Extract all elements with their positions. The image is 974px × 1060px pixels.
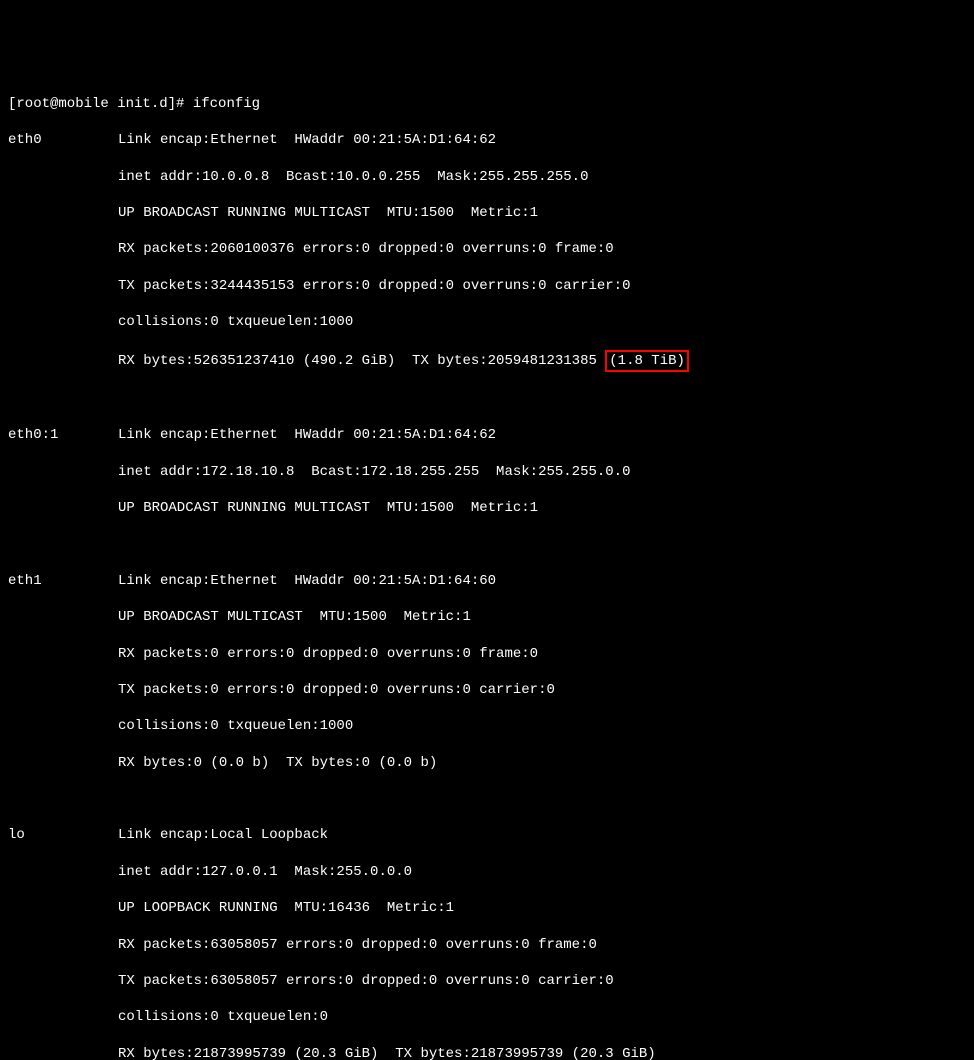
iface-lo-row2: inet addr:127.0.0.1 Mask:255.0.0.0 xyxy=(8,863,966,881)
iface-eth1-row2: UP BROADCAST MULTICAST MTU:1500 Metric:1 xyxy=(8,608,966,626)
indent xyxy=(8,681,118,699)
iface-eth0-row4: RX packets:2060100376 errors:0 dropped:0… xyxy=(8,240,966,258)
iface-lo-row6: collisions:0 txqueuelen:0 xyxy=(8,1008,966,1026)
iface-detail: Link encap:Ethernet HWaddr 00:21:5A:D1:6… xyxy=(118,573,513,589)
iface-detail: TX packets:63058057 errors:0 dropped:0 o… xyxy=(118,973,614,989)
prompt-line-1: [root@mobile init.d]# ifconfig xyxy=(8,95,966,113)
iface-detail: UP BROADCAST RUNNING MULTICAST MTU:1500 … xyxy=(118,205,538,221)
iface-name: lo xyxy=(8,826,118,844)
tx-bytes-highlight: (1.8 TiB) xyxy=(605,350,689,372)
blank-line xyxy=(8,535,966,553)
iface-lo-row7: RX bytes:21873995739 (20.3 GiB) TX bytes… xyxy=(8,1045,966,1060)
iface-detail: Link encap:Ethernet HWaddr 00:21:5A:D1:6… xyxy=(118,427,513,443)
iface-eth0-row2: inet addr:10.0.0.8 Bcast:10.0.0.255 Mask… xyxy=(8,168,966,186)
command-text: ifconfig xyxy=(193,96,260,112)
indent xyxy=(8,1008,118,1026)
iface-detail: inet addr:10.0.0.8 Bcast:10.0.0.255 Mask… xyxy=(118,169,588,185)
shell-prompt: [root@mobile init.d]# xyxy=(8,96,193,112)
iface-detail: RX packets:63058057 errors:0 dropped:0 o… xyxy=(118,937,597,953)
iface-eth0-1-row2: inet addr:172.18.10.8 Bcast:172.18.255.2… xyxy=(8,463,966,481)
indent xyxy=(8,499,118,517)
iface-detail: inet addr:172.18.10.8 Bcast:172.18.255.2… xyxy=(118,464,630,480)
iface-detail: UP BROADCAST MULTICAST MTU:1500 Metric:1 xyxy=(118,609,471,625)
iface-eth0-row3: UP BROADCAST RUNNING MULTICAST MTU:1500 … xyxy=(8,204,966,222)
indent xyxy=(8,863,118,881)
blank-line xyxy=(8,390,966,408)
iface-detail: RX bytes:0 (0.0 b) TX bytes:0 (0.0 b) xyxy=(118,755,437,771)
iface-detail: collisions:0 txqueuelen:1000 xyxy=(118,718,362,734)
iface-detail: Link encap:Ethernet HWaddr 00:21:5A:D1:6… xyxy=(118,132,513,148)
indent xyxy=(8,168,118,186)
iface-detail: RX bytes:21873995739 (20.3 GiB) TX bytes… xyxy=(118,1046,656,1060)
indent xyxy=(8,463,118,481)
iface-eth1-row3: RX packets:0 errors:0 dropped:0 overruns… xyxy=(8,645,966,663)
iface-eth1-row6: RX bytes:0 (0.0 b) TX bytes:0 (0.0 b) xyxy=(8,754,966,772)
indent xyxy=(8,313,118,331)
indent xyxy=(8,754,118,772)
iface-detail: RX bytes:526351237410 (490.2 GiB) TX byt… xyxy=(118,353,605,369)
indent xyxy=(8,240,118,258)
indent xyxy=(8,717,118,735)
iface-detail: Link encap:Local Loopback xyxy=(118,827,345,843)
iface-detail: TX packets:0 errors:0 dropped:0 overruns… xyxy=(118,682,555,698)
iface-lo-row5: TX packets:63058057 errors:0 dropped:0 o… xyxy=(8,972,966,990)
iface-eth1-row5: collisions:0 txqueuelen:1000 xyxy=(8,717,966,735)
iface-eth0-1-row1: eth0:1Link encap:Ethernet HWaddr 00:21:5… xyxy=(8,426,966,444)
iface-detail: TX packets:3244435153 errors:0 dropped:0… xyxy=(118,278,630,294)
iface-name: eth0 xyxy=(8,131,118,149)
indent xyxy=(8,899,118,917)
iface-detail: collisions:0 txqueuelen:1000 xyxy=(118,314,362,330)
iface-name: eth1 xyxy=(8,572,118,590)
iface-detail: RX packets:2060100376 errors:0 dropped:0… xyxy=(118,241,614,257)
iface-lo-row3: UP LOOPBACK RUNNING MTU:16436 Metric:1 xyxy=(8,899,966,917)
indent xyxy=(8,350,118,368)
iface-eth0-row7: RX bytes:526351237410 (490.2 GiB) TX byt… xyxy=(8,350,966,372)
blank-line xyxy=(8,790,966,808)
indent xyxy=(8,204,118,222)
iface-eth0-1-row3: UP BROADCAST RUNNING MULTICAST MTU:1500 … xyxy=(8,499,966,517)
indent xyxy=(8,936,118,954)
indent xyxy=(8,972,118,990)
iface-detail: collisions:0 txqueuelen:0 xyxy=(118,1009,336,1025)
iface-eth0-row5: TX packets:3244435153 errors:0 dropped:0… xyxy=(8,277,966,295)
iface-eth1-row1: eth1Link encap:Ethernet HWaddr 00:21:5A:… xyxy=(8,572,966,590)
iface-name: eth0:1 xyxy=(8,426,118,444)
iface-eth1-row4: TX packets:0 errors:0 dropped:0 overruns… xyxy=(8,681,966,699)
iface-eth0-row1: eth0Link encap:Ethernet HWaddr 00:21:5A:… xyxy=(8,131,966,149)
indent xyxy=(8,277,118,295)
iface-detail: UP BROADCAST RUNNING MULTICAST MTU:1500 … xyxy=(118,500,538,516)
terminal-output: [root@mobile init.d]# ifconfig eth0Link … xyxy=(8,77,966,1060)
indent xyxy=(8,645,118,663)
iface-lo-row4: RX packets:63058057 errors:0 dropped:0 o… xyxy=(8,936,966,954)
iface-detail: RX packets:0 errors:0 dropped:0 overruns… xyxy=(118,646,538,662)
iface-eth0-row6: collisions:0 txqueuelen:1000 xyxy=(8,313,966,331)
indent xyxy=(8,608,118,626)
iface-lo-row1: loLink encap:Local Loopback xyxy=(8,826,966,844)
indent xyxy=(8,1045,118,1060)
iface-detail: inet addr:127.0.0.1 Mask:255.0.0.0 xyxy=(118,864,412,880)
iface-detail: UP LOOPBACK RUNNING MTU:16436 Metric:1 xyxy=(118,900,454,916)
